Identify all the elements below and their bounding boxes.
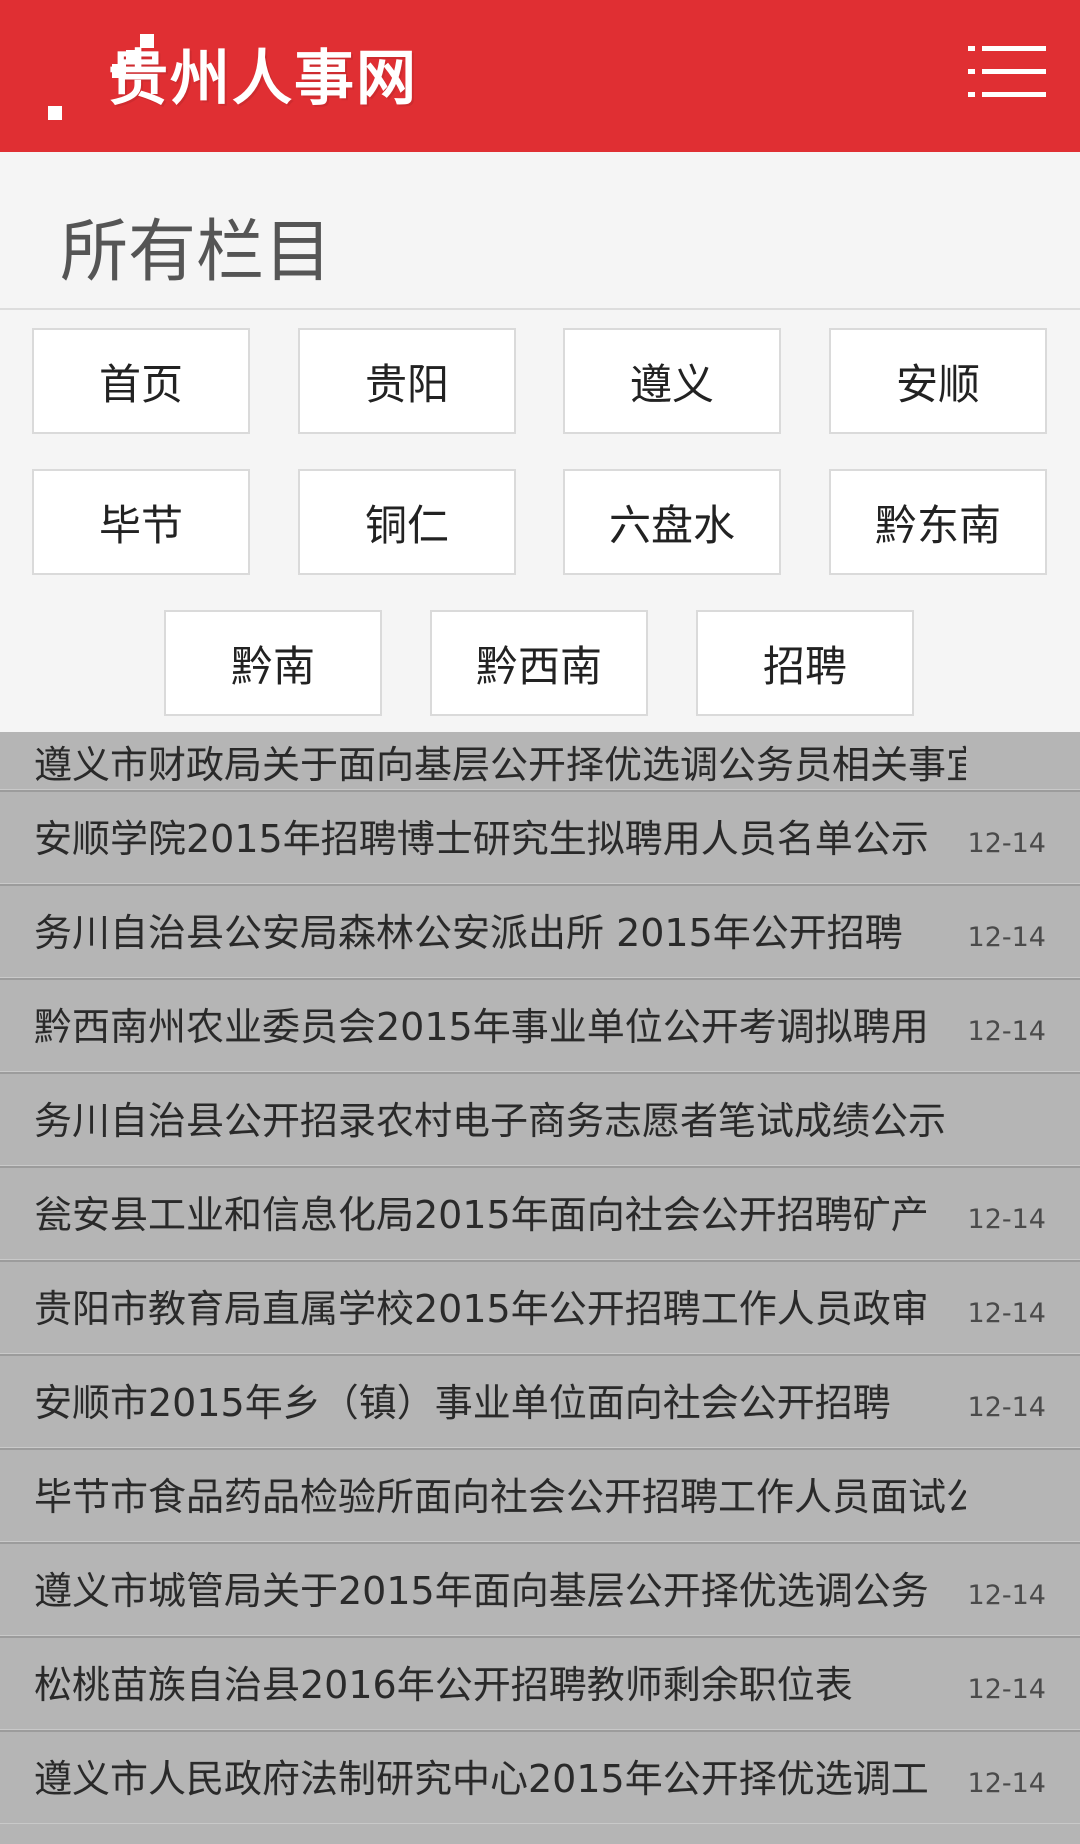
list-item[interactable]: 黔西南州农业委员会2015年事业单位公开考调拟聘用 12-14 bbox=[0, 978, 1080, 1072]
news-title: 贵阳市教育局直属学校2015年公开招聘工作人员政审 bbox=[34, 1287, 929, 1331]
news-title: 黔西南州农业委员会2015年事业单位公开考调拟聘用 bbox=[34, 1005, 929, 1049]
panel-title: 所有栏目 bbox=[60, 213, 333, 292]
news-title: 遵义市财政局关于面向基层公开择优选调公务员相关事宜 bbox=[34, 743, 966, 787]
news-title: 毕节市食品药品检验所面向社会公开招聘工作人员面试公 bbox=[34, 1475, 966, 1519]
category-button-recruit[interactable]: 招聘 bbox=[696, 610, 914, 716]
news-date: 12-14 bbox=[967, 922, 1046, 953]
news-title: 务川自治县公安局森林公安派出所 2015年公开招聘 bbox=[34, 911, 903, 955]
list-item[interactable]: 务川自治县公开招录农村电子商务志愿者笔试成绩公示 bbox=[0, 1072, 1080, 1166]
news-date: 12-14 bbox=[967, 1298, 1046, 1329]
category-button-home[interactable]: 首页 bbox=[32, 328, 250, 434]
list-item[interactable]: 松桃苗族自治县2016年公开招聘教师剩余职位表 12-14 bbox=[0, 1636, 1080, 1730]
news-title: 遵义市城管局关于2015年面向基层公开择优选调公务 bbox=[34, 1569, 929, 1613]
list-item[interactable]: 毕节市食品药品检验所面向社会公开招聘工作人员面试公 bbox=[0, 1448, 1080, 1542]
category-button-bijie[interactable]: 毕节 bbox=[32, 469, 250, 575]
list-item[interactable]: 安顺学院2015年招聘博士研究生拟聘用人员名单公示 12-14 bbox=[0, 790, 1080, 884]
list-item[interactable]: 安顺市2015年乡（镇）事业单位面向社会公开招聘 12-14 bbox=[0, 1354, 1080, 1448]
list-item[interactable]: 遵义市人民政府法制研究中心2015年公开择优选调工 12-14 bbox=[0, 1730, 1080, 1824]
news-date: 12-14 bbox=[967, 1392, 1046, 1423]
category-button-qianxinan[interactable]: 黔西南 bbox=[430, 610, 648, 716]
category-button-tongren[interactable]: 铜仁 bbox=[298, 469, 516, 575]
list-item[interactable]: 贵阳市教育局直属学校2015年公开招聘工作人员政审 12-14 bbox=[0, 1260, 1080, 1354]
logo-text: 贵州人事网 bbox=[108, 44, 418, 114]
category-panel: 所有栏目 首页 贵阳 遵义 安顺 毕节 铜仁 六盘水 黔东南 黔南 黔西南 招聘 bbox=[0, 152, 1080, 732]
news-date: 12-14 bbox=[967, 1768, 1046, 1799]
category-button-qiandongnan[interactable]: 黔东南 bbox=[829, 469, 1047, 575]
site-logo[interactable]: 贵州人事网 bbox=[48, 34, 418, 124]
news-title: 瓮安县工业和信息化局2015年面向社会公开招聘矿产 bbox=[34, 1193, 929, 1237]
app-header: 贵州人事网 bbox=[0, 0, 1080, 152]
news-date: 12-14 bbox=[967, 1016, 1046, 1047]
panel-divider bbox=[0, 308, 1080, 310]
news-date: 12-14 bbox=[967, 1204, 1046, 1235]
category-button-guiyang[interactable]: 贵阳 bbox=[298, 328, 516, 434]
list-item[interactable]: 遵义市城管局关于2015年面向基层公开择优选调公务 12-14 bbox=[0, 1542, 1080, 1636]
news-list: 遵义市财政局关于面向基层公开择优选调公务员相关事宜 安顺学院2015年招聘博士研… bbox=[0, 688, 1080, 1824]
list-item[interactable]: 务川自治县公安局森林公安派出所 2015年公开招聘 12-14 bbox=[0, 884, 1080, 978]
menu-icon[interactable] bbox=[968, 46, 1046, 98]
category-button-qiannan[interactable]: 黔南 bbox=[164, 610, 382, 716]
news-title: 遵义市人民政府法制研究中心2015年公开择优选调工 bbox=[34, 1757, 929, 1801]
category-button-liupanshui[interactable]: 六盘水 bbox=[563, 469, 781, 575]
news-title: 安顺市2015年乡（镇）事业单位面向社会公开招聘 bbox=[34, 1381, 891, 1425]
news-date: 12-14 bbox=[967, 828, 1046, 859]
news-title: 务川自治县公开招录农村电子商务志愿者笔试成绩公示 bbox=[34, 1099, 947, 1143]
list-item[interactable]: 瓮安县工业和信息化局2015年面向社会公开招聘矿产 12-14 bbox=[0, 1166, 1080, 1260]
category-button-anshun[interactable]: 安顺 bbox=[829, 328, 1047, 434]
logo-mark bbox=[48, 34, 154, 124]
news-title: 松桃苗族自治县2016年公开招聘教师剩余职位表 bbox=[34, 1663, 853, 1707]
news-date: 12-14 bbox=[967, 1580, 1046, 1611]
news-date: 12-14 bbox=[967, 1674, 1046, 1705]
category-button-zunyi[interactable]: 遵义 bbox=[563, 328, 781, 434]
news-title: 安顺学院2015年招聘博士研究生拟聘用人员名单公示 bbox=[34, 817, 929, 861]
